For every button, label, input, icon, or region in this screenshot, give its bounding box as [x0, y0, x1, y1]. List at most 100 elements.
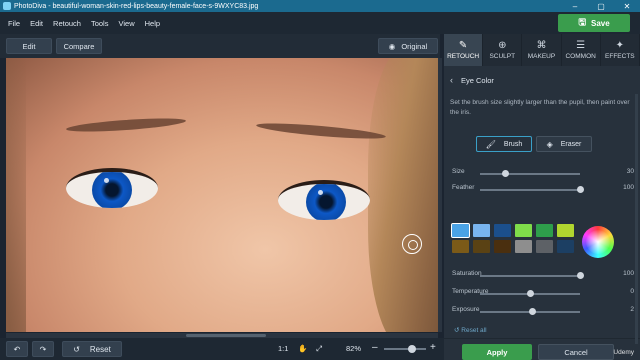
- tab-label: SCULPT: [489, 53, 516, 60]
- effects-icon: ✦: [615, 40, 625, 51]
- tab-common[interactable]: ☰ COMMON: [562, 34, 601, 66]
- zoom-out-button[interactable]: –: [372, 342, 378, 353]
- color-swatch[interactable]: [494, 240, 511, 253]
- eye-icon: ◉: [388, 41, 396, 51]
- reset-button[interactable]: ↺ Reset: [62, 341, 122, 357]
- color-swatch[interactable]: [515, 224, 532, 237]
- edit-view-button[interactable]: Edit: [6, 38, 52, 54]
- minimize-button[interactable]: –: [562, 0, 588, 12]
- slider-label: Feather: [452, 184, 475, 191]
- cancel-button[interactable]: Cancel: [538, 344, 614, 360]
- tab-label: RETOUCH: [447, 53, 480, 60]
- bottom-toolbar: ↶ ↷ ↺ Reset 1:1 ✋ ⤢ 82% – +: [0, 338, 444, 360]
- color-swatch[interactable]: [452, 240, 469, 253]
- sculpt-icon: ⊕: [498, 40, 507, 51]
- original-button[interactable]: ◉ Original: [378, 38, 438, 54]
- slider-feather: Feather 100: [452, 184, 634, 196]
- tab-label: COMMON: [565, 53, 596, 60]
- slider-track[interactable]: [480, 189, 580, 191]
- iris-left: [92, 172, 132, 208]
- retouch-icon: ✎: [458, 40, 468, 51]
- reset-all-label: Reset all: [461, 327, 487, 334]
- color-swatch[interactable]: [473, 240, 490, 253]
- slider-temperature: Temperature 0: [452, 288, 634, 300]
- panel-scrollbar[interactable]: [635, 94, 638, 344]
- redo-button[interactable]: ↷: [32, 341, 54, 357]
- makeup-icon: ⌘: [536, 40, 547, 51]
- tab-label: EFFECTS: [605, 53, 635, 60]
- window-title: PhotoDiva - beautiful-woman-skin-red-lip…: [14, 2, 259, 10]
- save-icon: 🖫: [578, 17, 586, 27]
- reset-label: Reset: [89, 344, 111, 354]
- slider-track[interactable]: [480, 173, 580, 175]
- tab-retouch[interactable]: ✎ RETOUCH: [444, 34, 484, 66]
- zoom-slider[interactable]: [384, 345, 426, 353]
- hair-right: [368, 58, 438, 332]
- color-swatch[interactable]: [536, 240, 553, 253]
- sliders-icon: ☰: [576, 40, 586, 51]
- slider-knob[interactable]: [501, 170, 509, 177]
- slider-exposure: Exposure 2: [452, 306, 634, 318]
- menu-item-view[interactable]: View: [118, 19, 134, 28]
- slider-knob[interactable]: [526, 290, 534, 297]
- slider-knob[interactable]: [528, 308, 536, 315]
- back-arrow-icon[interactable]: ‹: [450, 75, 453, 85]
- menu-item-file[interactable]: File: [8, 19, 20, 28]
- tab-effects[interactable]: ✦ EFFECTS: [601, 34, 640, 66]
- scroll-thumb[interactable]: [186, 334, 266, 337]
- slider-value: 0: [630, 288, 634, 295]
- brush-mode-button[interactable]: 🖌 Brush: [476, 136, 532, 152]
- panel-header: ‹ Eye Color: [444, 70, 640, 90]
- menu-item-help[interactable]: Help: [145, 19, 160, 28]
- slider-value: 100: [623, 270, 634, 277]
- view-toolbar: Edit Compare ◉ Original: [0, 34, 440, 58]
- color-swatch[interactable]: [536, 224, 553, 237]
- tab-sculpt[interactable]: ⊕ SCULPT: [483, 34, 523, 66]
- color-swatch[interactable]: [557, 224, 574, 237]
- reset-icon: ↺: [73, 344, 80, 354]
- slider-label: Size: [452, 168, 465, 175]
- slider-knob[interactable]: [576, 186, 584, 193]
- hand-tool-icon[interactable]: ✋: [298, 344, 307, 353]
- title-bar: PhotoDiva - beautiful-woman-skin-red-lip…: [0, 0, 640, 12]
- zoom-in-button[interactable]: +: [430, 342, 436, 353]
- zoom-value: 82%: [346, 344, 362, 353]
- tab-label: MAKEUP: [527, 53, 556, 60]
- iris-right: [306, 184, 346, 220]
- color-swatch[interactable]: [451, 223, 470, 238]
- zoom-slider-knob[interactable]: [408, 345, 416, 353]
- canvas-vertical-scrollbar[interactable]: [438, 58, 442, 332]
- menu-item-retouch[interactable]: Retouch: [53, 19, 81, 28]
- app-logo-icon: [3, 2, 11, 10]
- slider-value: 30: [626, 168, 634, 175]
- compare-view-button[interactable]: Compare: [56, 38, 102, 54]
- color-wheel-icon[interactable]: [582, 226, 614, 258]
- fit-screen-icon[interactable]: ⤢: [316, 344, 322, 354]
- panel-description: Set the brush size slightly larger than …: [450, 99, 630, 116]
- color-swatch[interactable]: [494, 224, 511, 237]
- slider-label: Exposure: [452, 306, 480, 313]
- slider-knob[interactable]: [576, 272, 584, 279]
- color-swatch[interactable]: [473, 224, 490, 237]
- maximize-button[interactable]: ▢: [588, 0, 614, 12]
- photo-canvas[interactable]: [6, 58, 438, 332]
- panel-title: Eye Color: [461, 75, 494, 85]
- slider-track[interactable]: [480, 275, 580, 277]
- color-swatch[interactable]: [557, 240, 574, 253]
- apply-button[interactable]: Apply: [462, 344, 532, 360]
- actual-size-button[interactable]: 1:1: [278, 344, 288, 353]
- close-window-button[interactable]: ✕: [614, 0, 640, 12]
- menu-item-edit[interactable]: Edit: [30, 19, 43, 28]
- brush-icon: 🖌: [485, 139, 496, 149]
- watermark-logo: Udemy: [613, 349, 634, 356]
- slider-value: 2: [630, 306, 634, 313]
- reset-all-link[interactable]: ↺ Reset all: [454, 326, 487, 334]
- menu-item-tools[interactable]: Tools: [91, 19, 109, 28]
- eye-left: [66, 168, 158, 208]
- eraser-mode-button[interactable]: ◈ Eraser: [536, 136, 592, 152]
- color-swatch[interactable]: [515, 240, 532, 253]
- tab-makeup[interactable]: ⌘ MAKEUP: [522, 34, 562, 66]
- save-button[interactable]: 🖫 Save: [558, 14, 630, 32]
- eraser-icon: ◈: [546, 139, 553, 149]
- undo-button[interactable]: ↶: [6, 341, 28, 357]
